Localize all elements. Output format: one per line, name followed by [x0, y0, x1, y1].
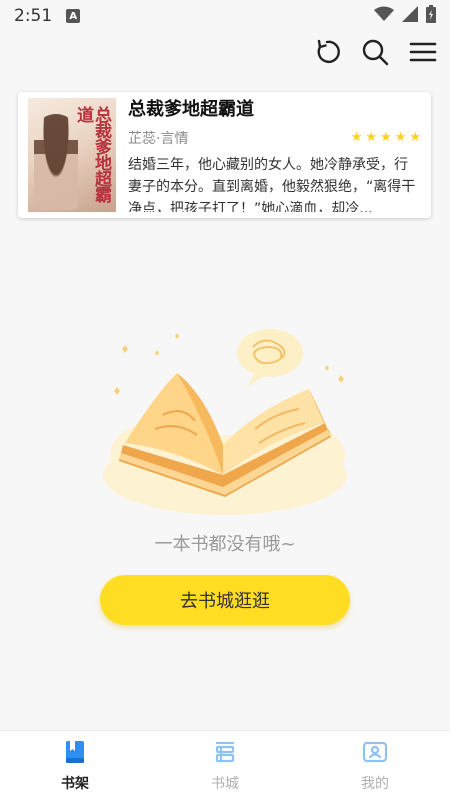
search-icon	[361, 38, 389, 70]
refresh-button[interactable]	[312, 39, 342, 69]
empty-book-illustration	[95, 325, 355, 525]
book-description: 结婚三年，他心藏别的女人。她冷静承受，行妻子的本分。直到离婚，他毅然狠绝，“离得…	[128, 157, 416, 212]
go-to-bookstore-button[interactable]: 去书城逛逛	[100, 575, 350, 625]
tab-bookshelf[interactable]: 书架	[0, 731, 150, 800]
status-bar: 2:51 A	[0, 0, 450, 32]
book-title: 总裁爹地超霸道	[128, 99, 254, 120]
tab-profile[interactable]: 我的	[300, 731, 450, 800]
profile-icon	[362, 739, 388, 769]
status-time: 2:51	[14, 6, 53, 26]
menu-button[interactable]	[408, 39, 438, 69]
star-icon: ★	[365, 130, 378, 145]
book-rating: ★ ★ ★ ★ ★	[351, 131, 421, 145]
tab-bookstore-label: 书城	[211, 775, 239, 792]
bottom-navigation: 书架 书城 我的	[0, 730, 450, 800]
bookshelf-icon	[62, 739, 88, 769]
status-indicators	[374, 5, 436, 27]
tab-profile-label: 我的	[361, 775, 389, 792]
book-cover: 总裁爹地超霸道	[28, 98, 116, 212]
signal-icon	[402, 6, 418, 26]
star-icon: ★	[394, 130, 407, 145]
battery-icon	[426, 5, 436, 27]
tab-bookstore[interactable]: 书城	[150, 731, 300, 800]
book-card[interactable]: 总裁爹地超霸道 总裁爹地超霸道 芷蕊·言情 ★ ★ ★ ★ ★ 结婚三年，他心藏…	[18, 92, 431, 218]
wifi-icon	[374, 6, 394, 26]
cover-figure	[34, 114, 78, 210]
tab-bookshelf-label: 书架	[61, 775, 89, 792]
book-info: 总裁爹地超霸道 芷蕊·言情 ★ ★ ★ ★ ★ 结婚三年，他心藏别的女人。她冷静…	[116, 98, 421, 212]
empty-shelf-message: 一本书都没有哦~	[154, 534, 296, 555]
star-icon: ★	[380, 130, 392, 145]
top-toolbar	[312, 36, 438, 72]
star-icon: ★	[350, 130, 363, 145]
refresh-icon	[313, 38, 341, 70]
book-author-genre: 芷蕊·言情	[128, 131, 189, 147]
menu-icon	[409, 41, 437, 67]
notification-icon: A	[66, 9, 81, 23]
cover-title: 总裁爹地超霸道	[73, 106, 111, 202]
bookstore-icon	[212, 739, 238, 769]
book-meta-row: 芷蕊·言情 ★ ★ ★ ★ ★	[128, 128, 421, 148]
bookshelf-screen: 2:51 A 总裁爹地超霸道 总裁爹地超霸道 芷蕊·言情 ★ ★ ★ ★ ★ 结…	[0, 0, 450, 800]
star-icon: ★	[409, 130, 421, 145]
search-button[interactable]	[360, 39, 390, 69]
